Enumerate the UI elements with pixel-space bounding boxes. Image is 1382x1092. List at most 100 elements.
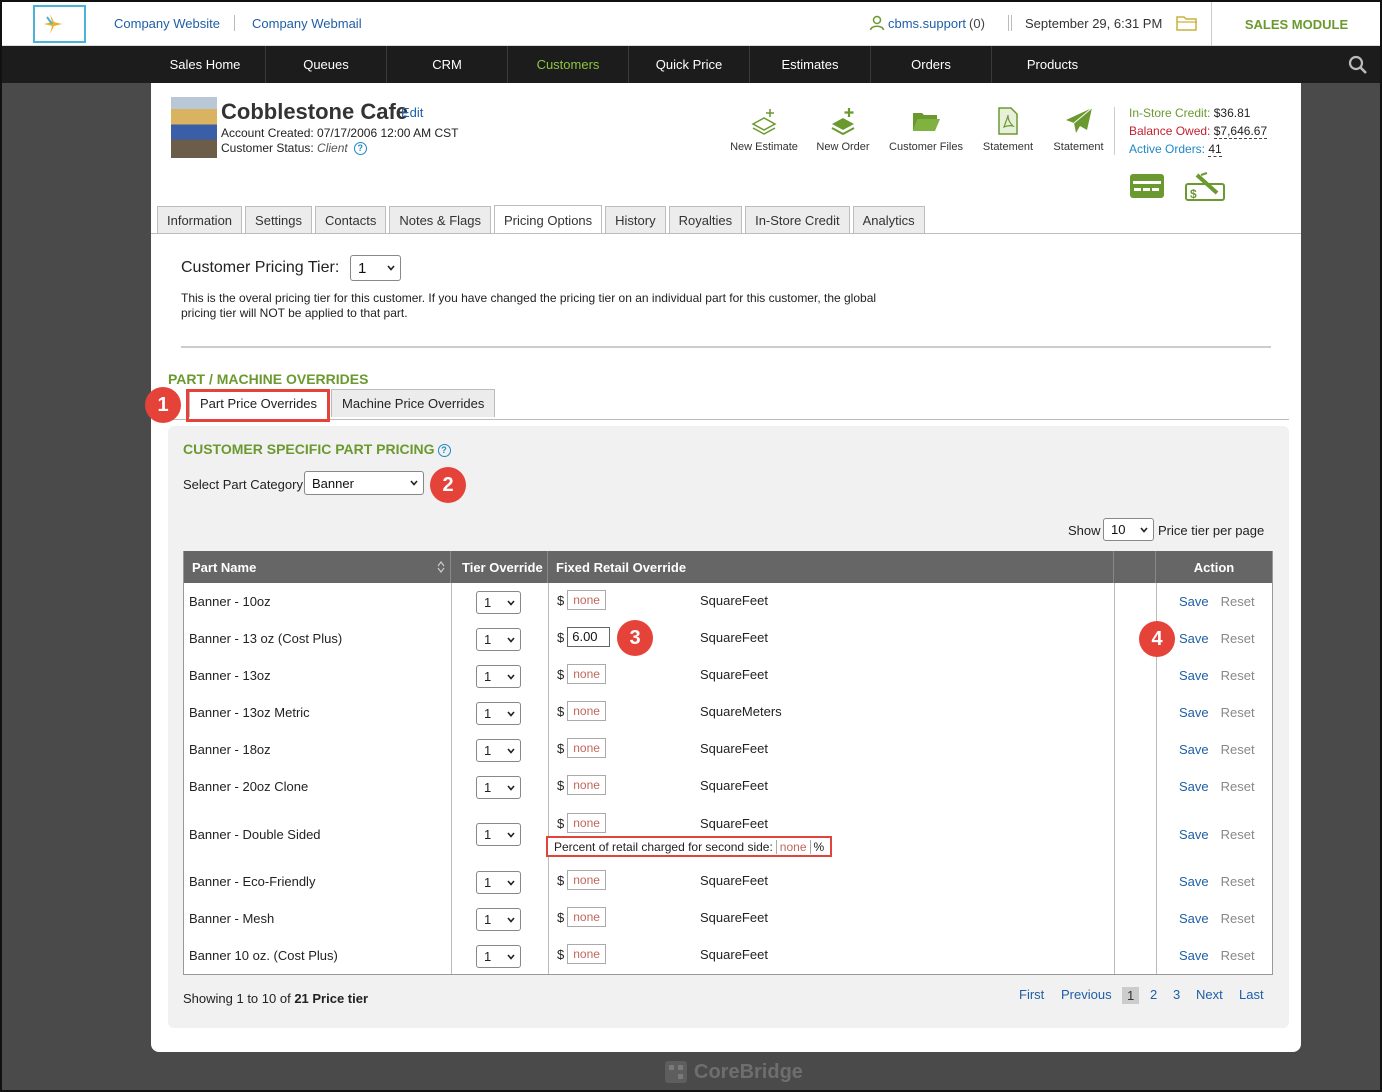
pager-page-1[interactable]: 1 xyxy=(1122,987,1140,1004)
help-icon[interactable]: ? xyxy=(437,443,451,457)
tier-override-select[interactable]: 1 xyxy=(476,775,521,799)
folder-icon[interactable] xyxy=(1176,14,1198,32)
save-link[interactable]: Save xyxy=(1179,911,1209,926)
currency-symbol: $ xyxy=(557,740,565,756)
reset-link[interactable]: Reset xyxy=(1221,948,1255,963)
tier-override-select[interactable]: 1 xyxy=(476,590,521,614)
retail-override-input[interactable]: none xyxy=(567,775,606,795)
pricing-tier-label: Customer Pricing Tier: xyxy=(181,259,340,276)
company-logo[interactable] xyxy=(33,5,86,43)
pricing-tier-select[interactable]: 1 xyxy=(350,255,401,281)
save-link[interactable]: Save xyxy=(1179,631,1209,646)
customer-files-button[interactable]: Customer Files xyxy=(887,107,965,153)
tier-override-select[interactable]: 1 xyxy=(476,823,521,846)
retail-override-input[interactable]: none xyxy=(567,701,606,721)
help-icon[interactable]: ? xyxy=(353,142,367,156)
retail-override-input[interactable]: none xyxy=(567,907,606,927)
reset-link[interactable]: Reset xyxy=(1221,668,1255,683)
save-link[interactable]: Save xyxy=(1179,827,1209,842)
tab-settings[interactable]: Settings xyxy=(245,206,313,233)
user-menu[interactable]: cbms.support (0) xyxy=(869,15,985,31)
nav-products[interactable]: Products xyxy=(992,46,1113,83)
tier-override-select[interactable]: 1 xyxy=(476,664,521,688)
retail-override-input[interactable]: none xyxy=(567,944,606,964)
part-category-select[interactable]: Banner xyxy=(304,471,424,495)
tier-override-select[interactable]: 1 xyxy=(476,701,521,725)
tab-contacts[interactable]: Contacts xyxy=(315,206,387,233)
pager-page-2[interactable]: 2 xyxy=(1150,987,1157,1002)
tab-notes-flags[interactable]: Notes & Flags xyxy=(389,206,491,233)
retail-override-input[interactable]: 6.00 xyxy=(567,627,611,647)
tier-override-select[interactable]: 1 xyxy=(476,870,521,894)
tab-royalties[interactable]: Royalties xyxy=(668,206,743,233)
column-divider xyxy=(451,694,452,731)
column-divider xyxy=(451,657,452,694)
nav-estimates[interactable]: Estimates xyxy=(750,46,871,83)
tab-instore-credit[interactable]: In-Store Credit xyxy=(745,206,850,233)
second-side-input[interactable]: none xyxy=(775,839,811,854)
active-orders-value[interactable]: 41 xyxy=(1208,142,1222,157)
new-estimate-button[interactable]: New Estimate xyxy=(729,107,799,153)
sales-module-label[interactable]: SALES MODULE xyxy=(1211,2,1381,46)
nav-customers[interactable]: Customers xyxy=(508,46,629,83)
nav-sales-home[interactable]: Sales Home xyxy=(145,46,266,83)
new-order-button[interactable]: New Order xyxy=(815,107,871,153)
tier-override-select[interactable]: 1 xyxy=(476,627,521,651)
pager-previous[interactable]: Previous xyxy=(1061,987,1112,1002)
save-link[interactable]: Save xyxy=(1179,948,1209,963)
save-link[interactable]: Save xyxy=(1179,668,1209,683)
tab-information[interactable]: Information xyxy=(157,206,243,233)
statement-send-button[interactable]: Statement xyxy=(1051,107,1106,153)
company-webmail-link[interactable]: Company Webmail xyxy=(252,16,362,31)
retail-override: $6.00 xyxy=(557,627,611,647)
retail-override-input[interactable]: none xyxy=(567,813,606,833)
edit-customer-link[interactable]: Edit xyxy=(401,105,423,120)
pager-first[interactable]: First xyxy=(1019,987,1044,1002)
save-link[interactable]: Save xyxy=(1179,705,1209,720)
tab-history[interactable]: History xyxy=(605,206,666,233)
reset-link[interactable]: Reset xyxy=(1221,779,1255,794)
tier-override-select[interactable]: 1 xyxy=(476,944,521,968)
reset-link[interactable]: Reset xyxy=(1221,911,1255,926)
action-cell: Save Reset xyxy=(1179,768,1255,805)
nav-crm[interactable]: CRM xyxy=(387,46,508,83)
statement-pdf-button[interactable]: Statement xyxy=(981,107,1035,153)
credit-card-icon[interactable] xyxy=(1129,172,1165,200)
reset-link[interactable]: Reset xyxy=(1221,631,1255,646)
tab-analytics[interactable]: Analytics xyxy=(852,206,925,233)
save-link[interactable]: Save xyxy=(1179,594,1209,609)
save-link[interactable]: Save xyxy=(1179,779,1209,794)
retail-override-input[interactable]: none xyxy=(567,590,606,610)
retail-override-input[interactable]: none xyxy=(567,738,606,758)
reset-link[interactable]: Reset xyxy=(1221,874,1255,889)
balance-owed-value[interactable]: $7,646.67 xyxy=(1213,124,1268,139)
retail-override-input[interactable]: none xyxy=(567,664,606,684)
part-pricing-table: Part Name Tier Override Fixed Retail Ove… xyxy=(183,551,1273,975)
search-icon[interactable] xyxy=(1348,55,1368,75)
new-order-icon xyxy=(831,108,855,135)
nav-quick-price[interactable]: Quick Price xyxy=(629,46,750,83)
save-link[interactable]: Save xyxy=(1179,742,1209,757)
tab-pricing-options[interactable]: Pricing Options xyxy=(494,205,603,234)
reset-link[interactable]: Reset xyxy=(1221,827,1255,842)
save-link[interactable]: Save xyxy=(1179,874,1209,889)
tier-override-select[interactable]: 1 xyxy=(476,738,521,762)
tier-override-select[interactable]: 1 xyxy=(476,907,521,931)
page-size-select[interactable]: 10 xyxy=(1103,518,1154,541)
reset-link[interactable]: Reset xyxy=(1221,705,1255,720)
nav-queues[interactable]: Queues xyxy=(266,46,387,83)
reset-link[interactable]: Reset xyxy=(1221,594,1255,609)
pager-last[interactable]: Last xyxy=(1239,987,1264,1002)
reset-link[interactable]: Reset xyxy=(1221,742,1255,757)
payment-icon[interactable]: $ xyxy=(1185,172,1225,202)
column-divider xyxy=(1114,657,1115,694)
col-part-name[interactable]: Part Name xyxy=(184,551,451,583)
company-website-link[interactable]: Company Website xyxy=(114,16,220,31)
retail-override-input[interactable]: none xyxy=(567,870,606,890)
tab-machine-price-overrides[interactable]: Machine Price Overrides xyxy=(331,389,496,417)
action-cell: Save Reset xyxy=(1179,731,1255,768)
pager-next[interactable]: Next xyxy=(1196,987,1223,1002)
pager-page-3[interactable]: 3 xyxy=(1173,987,1180,1002)
nav-orders[interactable]: Orders xyxy=(871,46,992,83)
tab-baseline xyxy=(151,233,1301,234)
